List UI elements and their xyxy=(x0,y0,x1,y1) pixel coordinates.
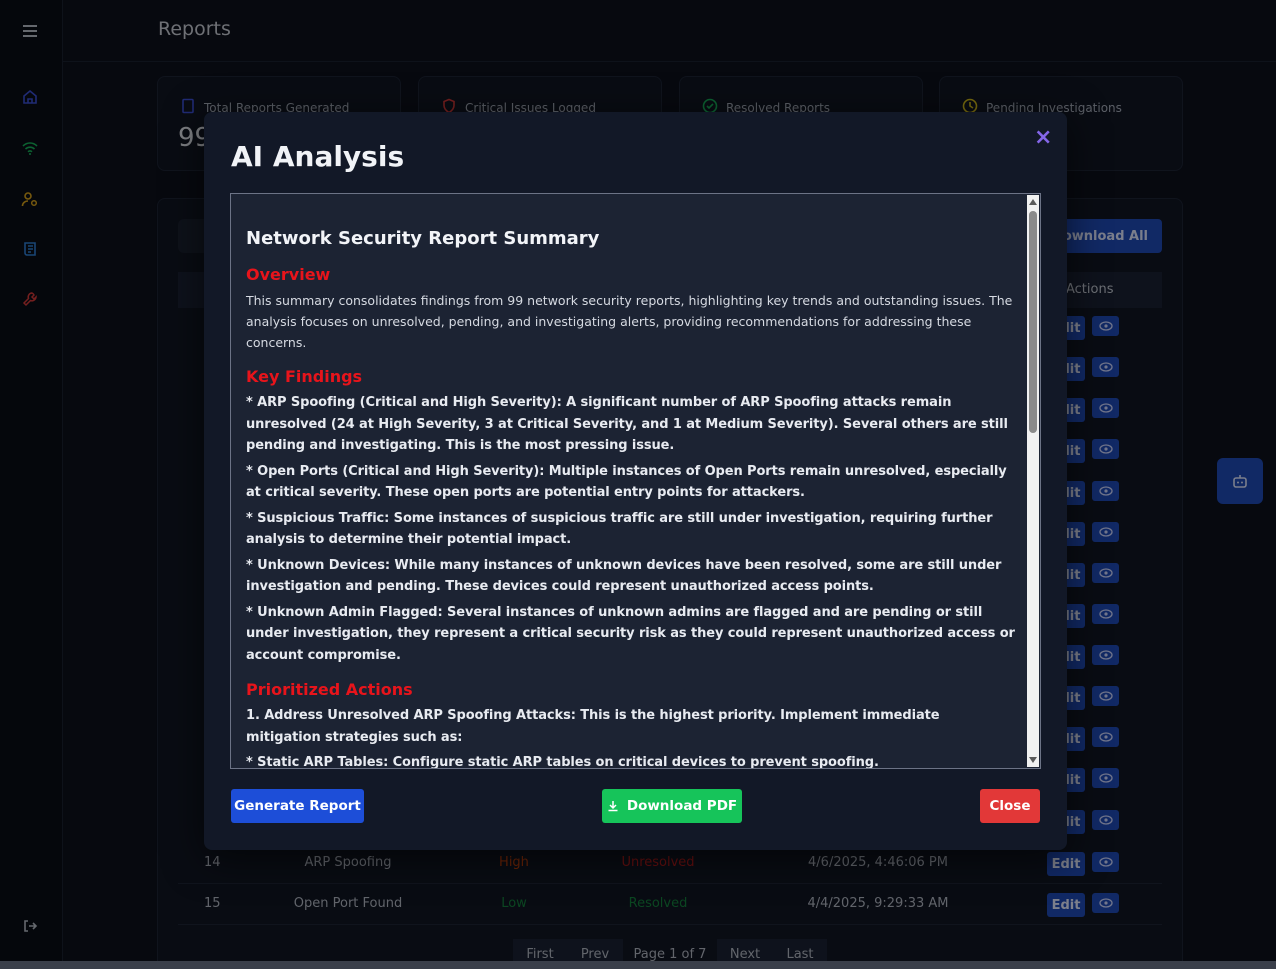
finding-item: * Unknown Admin Flagged: Several instanc… xyxy=(246,604,1015,663)
action-item: 1. Address Unresolved ARP Spoofing Attac… xyxy=(246,708,940,745)
overview-heading: Overview xyxy=(246,265,331,284)
close-icon[interactable]: × xyxy=(1034,125,1052,150)
download-icon xyxy=(608,801,618,812)
download-pdf-button[interactable]: Download PDF xyxy=(602,789,742,823)
scrollbar[interactable] xyxy=(1027,195,1039,767)
finding-item: * Suspicious Traffic: Some instances of … xyxy=(246,510,993,548)
overview-text: This summary consolidates findings from … xyxy=(246,293,1013,350)
generate-report-button[interactable]: Generate Report xyxy=(231,789,364,823)
finding-item: * Unknown Devices: While many instances … xyxy=(246,557,1002,595)
finding-item: * ARP Spoofing (Critical and High Severi… xyxy=(246,395,1008,453)
findings-heading: Key Findings xyxy=(246,367,363,386)
scroll-down-arrow-icon[interactable] xyxy=(1029,757,1037,763)
download-pdf-label: Download PDF xyxy=(626,798,738,814)
ai-analysis-modal: AI Analysis × Network Security Report Su… xyxy=(204,112,1067,850)
close-button[interactable]: Close xyxy=(980,789,1040,823)
bottom-strip xyxy=(0,961,1276,969)
scroll-up-arrow-icon[interactable] xyxy=(1029,199,1037,205)
analysis-content[interactable]: Network Security Report Summary Overview… xyxy=(230,193,1041,769)
actions-heading: Prioritized Actions xyxy=(246,680,413,699)
scrollbar-thumb[interactable] xyxy=(1029,211,1037,433)
report-heading: Network Security Report Summary xyxy=(246,228,600,249)
action-item: * Static ARP Tables: Configure static AR… xyxy=(246,755,879,769)
modal-title: AI Analysis xyxy=(231,140,405,173)
finding-item: * Open Ports (Critical and High Severity… xyxy=(246,463,1007,501)
